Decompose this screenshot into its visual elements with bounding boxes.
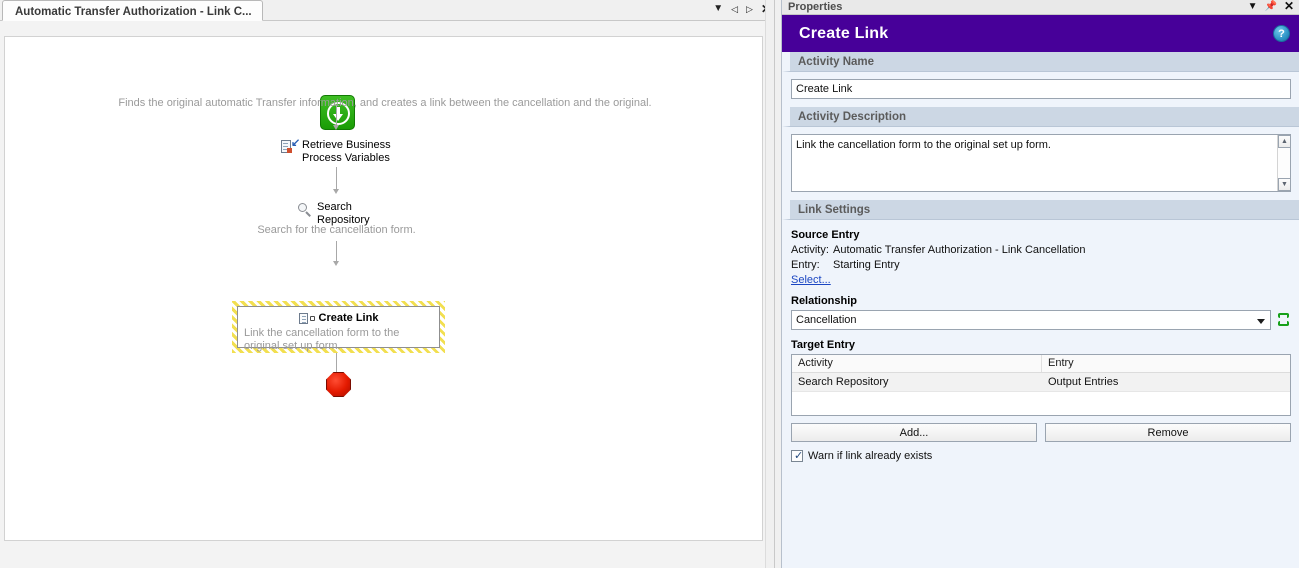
source-entry-activity-label: Activity: [791, 243, 833, 258]
triangle-left-icon[interactable]: ◁ [731, 2, 738, 16]
node-create-link-selected[interactable]: Create Link Link the cancellation form t… [232, 301, 445, 353]
check-icon: ✓ [794, 450, 803, 463]
blue-arrow-glyph: ↙ [291, 138, 300, 148]
properties-title: Properties [782, 1, 842, 13]
remove-button[interactable]: Remove [1045, 423, 1291, 442]
start-node-description: Finds the original automatic Transfer in… [75, 97, 695, 110]
warn-if-link-exists-checkbox[interactable]: ✓ [791, 450, 803, 462]
activity-name-input[interactable]: Create Link [791, 79, 1291, 99]
activity-description-value: Link the cancellation form to the origin… [792, 135, 1290, 152]
column-header-entry[interactable]: Entry [1042, 355, 1290, 372]
connector-arrow [333, 189, 339, 194]
table-row[interactable]: Search Repository Output Entries [792, 373, 1290, 392]
node-label-line2: Process Variables [302, 152, 461, 165]
source-entry-entry-value: Starting Entry [833, 258, 900, 273]
node-search-repository[interactable]: Search Repository [298, 201, 478, 226]
section-header-activity-description: Activity Description [782, 107, 1299, 127]
cell-activity: Search Repository [792, 373, 1042, 391]
retrieve-variables-icon: ↙ [281, 140, 293, 154]
connector-line [336, 353, 337, 373]
refresh-icon[interactable] [1277, 313, 1291, 327]
node-create-link-title-row: Create Link [238, 312, 439, 324]
source-entry-entry-row: Entry: Starting Entry [791, 258, 1291, 273]
node-create-link-description: Link the cancellation form to the origin… [244, 327, 433, 353]
properties-panel: Properties ▼ 📌 ✕ Create Link ? Activity … [781, 0, 1299, 568]
properties-titlebar: Properties ▼ 📌 ✕ [782, 0, 1299, 15]
warn-if-link-exists-row[interactable]: ✓ Warn if link already exists [791, 450, 1291, 462]
app-window: Automatic Transfer Authorization - Link … [0, 0, 1299, 568]
workflow-editor-pane: Automatic Transfer Authorization - Link … [0, 0, 775, 568]
connector-arrow [333, 261, 339, 266]
section-body-activity-description: Link the cancellation form to the origin… [782, 127, 1299, 200]
connector-line [336, 167, 337, 191]
table-header-row: Activity Entry [792, 355, 1290, 373]
chevron-down-icon[interactable] [1257, 319, 1265, 324]
relationship-label: Relationship [791, 295, 1291, 307]
section-title: Link Settings [790, 204, 870, 216]
chevron-down-icon[interactable]: ▼ [1248, 0, 1258, 14]
tab-controls: ▼ ◁ ▷ ✕ [713, 2, 771, 16]
node-create-link-body: Create Link Link the cancellation form t… [237, 306, 440, 348]
activity-description-textarea[interactable]: Link the cancellation form to the origin… [791, 134, 1291, 192]
cell-entry: Output Entries [1042, 373, 1290, 391]
source-entry-activity-row: Activity: Automatic Transfer Authorizati… [791, 243, 1291, 258]
section-body-link-settings: Source Entry Activity: Automatic Transfe… [782, 220, 1299, 470]
scroll-up-icon[interactable]: ▲ [1278, 135, 1291, 148]
node-create-link-title: Create Link [319, 312, 379, 324]
source-entry-select-link[interactable]: Select... [791, 274, 831, 286]
section-header-link-settings: Link Settings [782, 200, 1299, 220]
node-label-line1: Retrieve Business [302, 139, 461, 152]
search-repository-icon [298, 203, 312, 217]
workflow-canvas-frame: Finds the original automatic Transfer in… [4, 36, 763, 541]
relationship-row: Cancellation [791, 310, 1291, 330]
start-icon-arrow-head [333, 114, 343, 121]
tab-strip: Automatic Transfer Authorization - Link … [0, 0, 775, 21]
target-entry-label: Target Entry [791, 339, 1291, 351]
stop-octagon-shape [326, 372, 351, 397]
pane-splitter[interactable] [765, 0, 775, 568]
source-entry-activity-value: Automatic Transfer Authorization - Link … [833, 243, 1086, 258]
section-header-activity-name: Activity Name [782, 52, 1299, 72]
create-link-icon [299, 313, 316, 324]
triangle-right-icon[interactable]: ▷ [746, 2, 753, 16]
scroll-down-icon[interactable]: ▼ [1278, 178, 1291, 191]
section-body-activity-name: Create Link [782, 72, 1299, 107]
source-entry-entry-label: Entry: [791, 258, 833, 273]
column-header-activity[interactable]: Activity [792, 355, 1042, 372]
relationship-dropdown[interactable]: Cancellation [791, 310, 1271, 330]
section-title: Activity Name [790, 56, 874, 68]
stop-octagon-icon[interactable] [326, 372, 351, 397]
description-scrollbar[interactable]: ▲ ▼ [1277, 135, 1290, 191]
tab-workflow[interactable]: Automatic Transfer Authorization - Link … [2, 0, 263, 21]
connector-line [336, 241, 337, 263]
node-label-line1: Search [317, 201, 478, 214]
add-button[interactable]: Add... [791, 423, 1037, 442]
chevron-down-icon[interactable]: ▼ [713, 2, 723, 16]
close-icon[interactable]: ✕ [1284, 0, 1294, 14]
help-icon[interactable]: ? [1273, 25, 1290, 42]
connector-arrow [333, 125, 339, 130]
page-title: Create Link [782, 25, 888, 43]
connector-line [336, 105, 337, 127]
workflow-canvas[interactable]: Finds the original automatic Transfer in… [5, 37, 762, 540]
node-retrieve-business-process-variables[interactable]: ↙ Retrieve Business Process Variables [281, 139, 461, 164]
source-entry-title: Source Entry [791, 229, 1291, 241]
section-title: Activity Description [790, 111, 906, 123]
warn-if-link-exists-label: Warn if link already exists [808, 450, 932, 462]
properties-window-controls: ▼ 📌 ✕ [1248, 0, 1294, 14]
target-entry-buttons: Add... Remove [791, 423, 1291, 442]
node-search-repository-description: Search for the cancellation form. [155, 224, 518, 237]
pin-icon[interactable]: 📌 [1264, 0, 1276, 14]
properties-header: Create Link ? [782, 15, 1299, 52]
target-entry-table[interactable]: Activity Entry Search Repository Output … [791, 354, 1291, 416]
